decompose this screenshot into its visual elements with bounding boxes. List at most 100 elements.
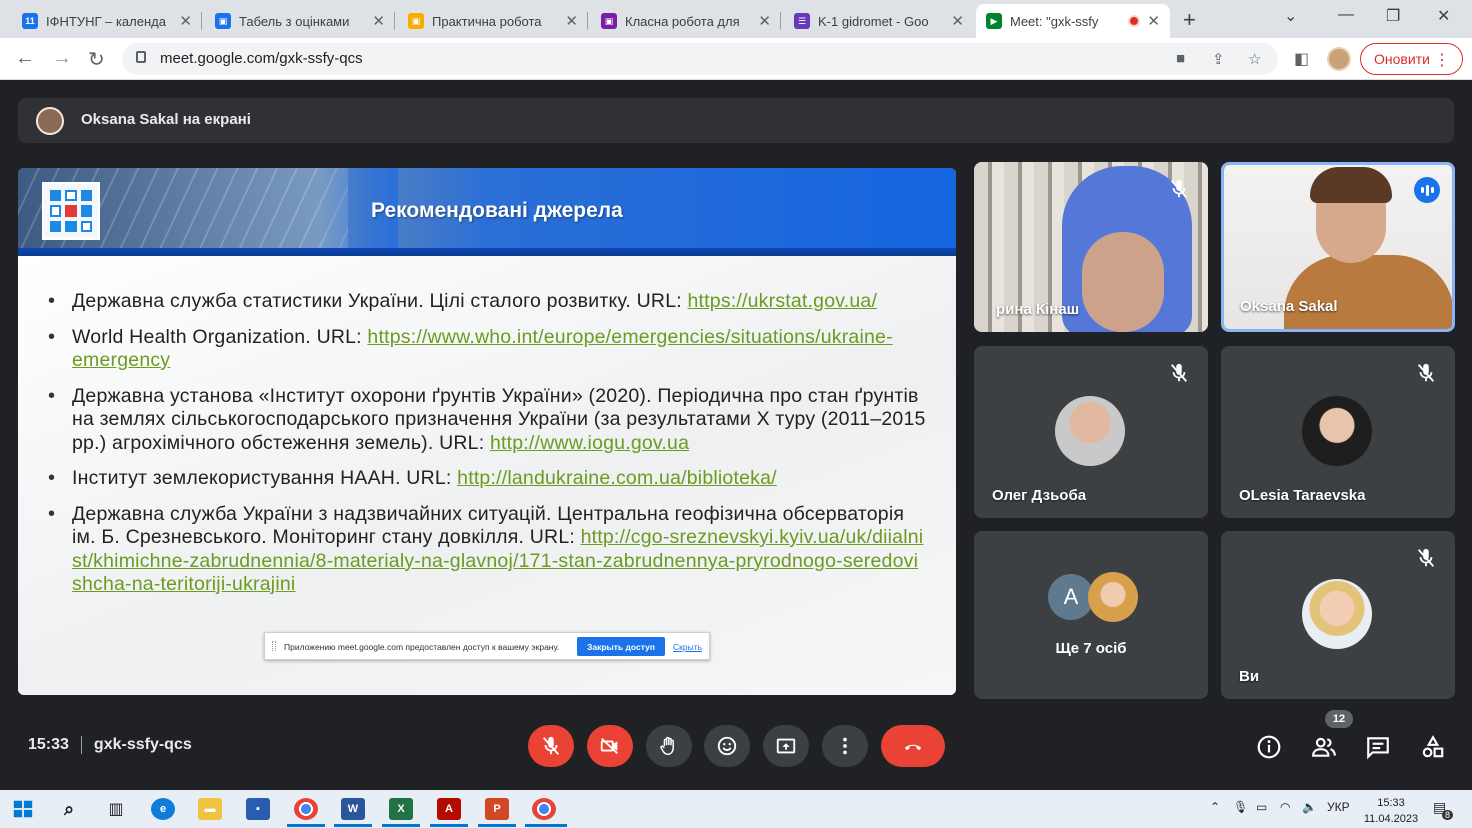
screen-share-notification: Приложению meet.google.com предоставлен … xyxy=(264,632,710,660)
source-link[interactable]: https://ukrstat.gov.ua/ xyxy=(688,290,878,312)
tab-meet[interactable]: ▶ Meet: "gxk-ssfy ✕ xyxy=(976,4,1170,38)
new-tab-button[interactable]: + xyxy=(1183,7,1196,33)
participant-avatar xyxy=(1088,572,1138,622)
windows-start-icon[interactable] xyxy=(11,798,35,820)
close-icon[interactable]: ✕ xyxy=(951,12,964,30)
hang-up-icon xyxy=(904,744,922,751)
people-icon[interactable] xyxy=(1311,734,1337,760)
browser-toolbar: ← → ↻ meet.google.com/gxk-ssfy-qcs ■ ⇪ ☆… xyxy=(0,38,1472,80)
more-participants-tile[interactable]: A Ще 7 осіб xyxy=(974,531,1208,699)
close-icon[interactable]: ✕ xyxy=(179,12,192,30)
close-window-button[interactable]: ✕ xyxy=(1437,6,1450,26)
microphone-tray-icon[interactable]: 🎙 xyxy=(1233,800,1248,814)
side-panel-icon[interactable]: ◧ xyxy=(1294,49,1309,69)
item-text: World Health Organization. URL: xyxy=(72,325,368,348)
close-icon[interactable]: ✕ xyxy=(1147,12,1160,30)
share-icon[interactable]: ⇪ xyxy=(1212,50,1225,68)
powerpoint-icon[interactable]: P xyxy=(485,798,509,820)
save-icon[interactable]: ▪ xyxy=(246,798,270,820)
tab-gradebook[interactable]: ▣ Табель з оцінками ✕ xyxy=(205,4,395,38)
reload-button[interactable]: ↻ xyxy=(88,47,105,72)
back-button[interactable]: ← xyxy=(15,47,35,70)
camera-toggle-button[interactable] xyxy=(587,725,633,767)
bookmark-star-icon[interactable]: ☆ xyxy=(1248,50,1261,68)
microphone-toggle-button[interactable] xyxy=(528,725,574,767)
word-icon[interactable]: W xyxy=(341,798,365,820)
tab-separator xyxy=(201,12,202,30)
present-screen-button[interactable] xyxy=(763,725,809,767)
source-link[interactable]: http://www.iogu.gov.ua xyxy=(490,432,689,454)
taskbar-clock[interactable]: 15:33 11.04.2023 xyxy=(1360,795,1422,827)
file-explorer-icon[interactable]: ▬ xyxy=(198,798,222,820)
shared-screen-slide: Рекомендовані джерела Державна служба ст… xyxy=(18,168,956,695)
battery-icon[interactable]: ▭ xyxy=(1256,800,1267,814)
close-icon[interactable]: ✕ xyxy=(565,12,578,30)
running-indicator xyxy=(287,824,325,827)
close-icon[interactable]: ✕ xyxy=(758,12,771,30)
tab-forms[interactable]: ☰ K-1 gidromet - Goo ✕ xyxy=(784,4,974,38)
excel-icon[interactable]: X xyxy=(389,798,413,820)
list-item: World Health Organization. URL: https://… xyxy=(48,326,928,373)
update-button[interactable]: Оновити ⋮ xyxy=(1360,43,1463,75)
leave-call-button[interactable] xyxy=(881,725,945,767)
browser-tab-strip: 11 ІФНТУНГ – календа ✕ ▣ Табель з оцінка… xyxy=(0,0,1472,38)
more-participants-label: Ще 7 осіб xyxy=(1055,640,1127,657)
volume-icon[interactable]: 🔈 xyxy=(1302,800,1317,814)
participant-tile[interactable]: Олег Дзьоба xyxy=(974,346,1208,518)
search-icon[interactable]: ⌕ xyxy=(57,798,81,820)
list-item: Інститут землекористування НААН. URL: ht… xyxy=(48,467,928,491)
more-vert-icon xyxy=(843,737,847,755)
edge-icon[interactable]: e xyxy=(151,798,175,820)
tab-label: K-1 gidromet - Goo xyxy=(818,13,929,29)
reactions-button[interactable] xyxy=(704,725,750,767)
tab-search-chevron-down-icon[interactable]: ⌄ xyxy=(1284,6,1297,26)
participant-tile[interactable]: рина Кінаш xyxy=(974,162,1208,332)
meeting-details-icon[interactable] xyxy=(1256,734,1282,760)
more-options-button[interactable] xyxy=(822,725,868,767)
camera-icon[interactable]: ■ xyxy=(1176,50,1185,67)
stop-sharing-button[interactable]: Закрыть доступ xyxy=(577,637,665,656)
item-text: Інститут землекористування НААН. URL: xyxy=(72,467,458,489)
presenting-text: Oksana Sakal на екрані xyxy=(81,111,251,128)
address-bar[interactable]: meet.google.com/gxk-ssfy-qcs ■ ⇪ ☆ xyxy=(122,43,1278,75)
hide-link[interactable]: Скрыть xyxy=(673,642,702,652)
speaking-indicator-icon xyxy=(1414,177,1440,203)
maximize-button[interactable]: ❐ xyxy=(1386,6,1400,26)
chrome-active-icon[interactable] xyxy=(532,798,556,820)
meeting-info: 15:33 gxk-ssfy-qcs xyxy=(28,736,192,754)
source-link[interactable]: http://landukraine.com.ua/biblioteka/ xyxy=(457,467,777,489)
drag-handle[interactable] xyxy=(272,641,276,651)
profile-avatar[interactable] xyxy=(1327,47,1351,71)
minimize-button[interactable]: — xyxy=(1338,6,1354,24)
participant-name: OLesia Taraevska xyxy=(1239,487,1366,504)
activities-icon[interactable] xyxy=(1420,734,1446,760)
tab-separator xyxy=(394,12,395,30)
university-logo-icon xyxy=(42,182,100,240)
chrome-icon[interactable] xyxy=(294,798,318,820)
tab-label: ІФНТУНГ – календа xyxy=(46,13,166,29)
classroom-icon: ▣ xyxy=(215,13,231,29)
tab-calendar[interactable]: 11 ІФНТУНГ – календа ✕ xyxy=(12,4,202,38)
close-icon[interactable]: ✕ xyxy=(372,12,385,30)
share-message: Приложению meet.google.com предоставлен … xyxy=(284,642,560,652)
tab-classwork[interactable]: ▣ Класна робота для ✕ xyxy=(591,4,781,38)
tab-practical-work[interactable]: ▣ Практична робота ✕ xyxy=(398,4,588,38)
active-app-indicator xyxy=(525,824,567,827)
chevron-up-icon[interactable]: ⌃ xyxy=(1210,800,1220,814)
acrobat-icon[interactable]: A xyxy=(437,798,461,820)
wifi-icon[interactable]: ◠ xyxy=(1280,800,1290,814)
presenter-avatar xyxy=(36,107,64,135)
language-indicator[interactable]: УКР xyxy=(1327,800,1350,814)
participant-tile[interactable]: OLesia Taraevska xyxy=(1221,346,1455,518)
forward-button[interactable]: → xyxy=(52,47,72,70)
video-face xyxy=(1082,232,1164,332)
raise-hand-button[interactable] xyxy=(646,725,692,767)
participant-tile-active-speaker[interactable]: Oksana Sakal xyxy=(1221,162,1455,332)
self-avatar xyxy=(1302,579,1372,649)
clock-date: 11.04.2023 xyxy=(1363,813,1419,825)
task-view-icon[interactable]: ▥ xyxy=(104,798,128,820)
self-tile[interactable]: Ви xyxy=(1221,531,1455,699)
menu-dots-icon[interactable]: ⋮ xyxy=(1434,50,1450,70)
participant-avatar xyxy=(1302,396,1372,466)
chat-icon[interactable] xyxy=(1365,734,1391,760)
